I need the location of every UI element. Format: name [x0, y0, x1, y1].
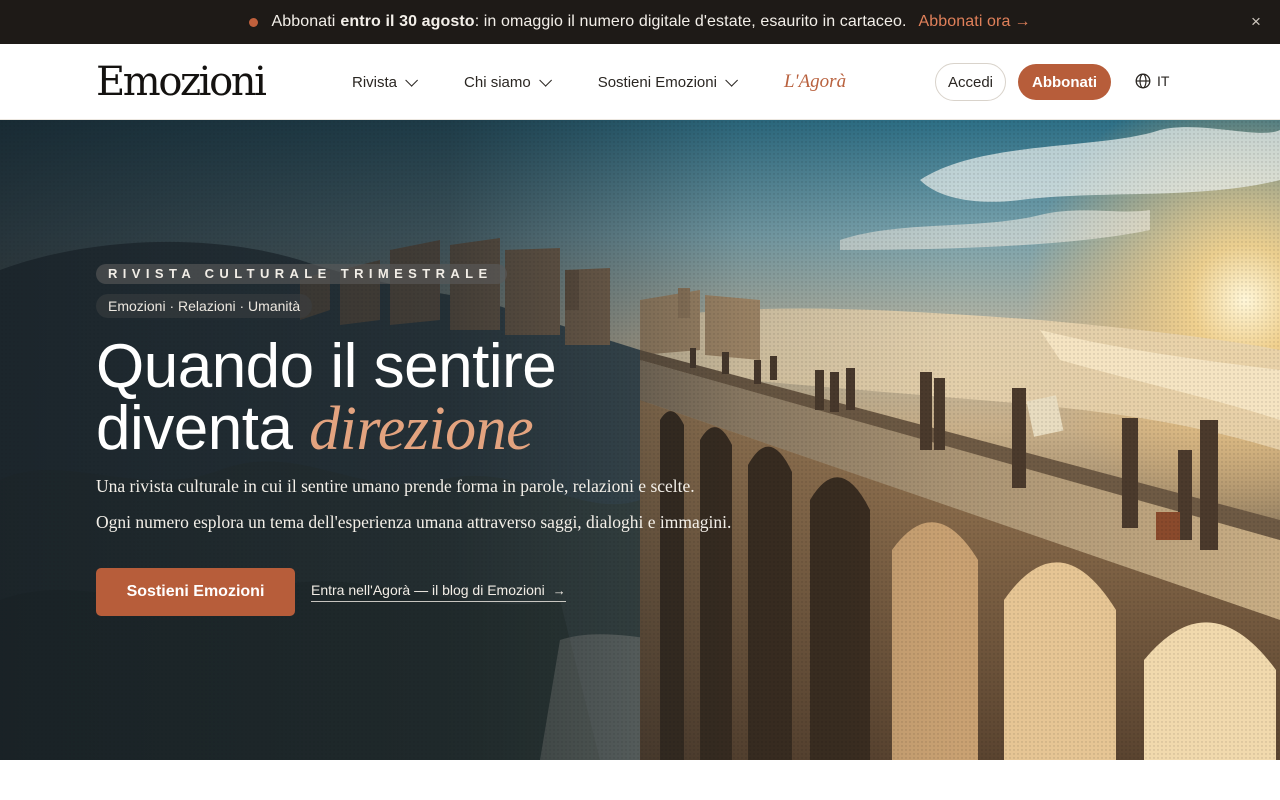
headline-accent: direzione: [309, 395, 534, 463]
agora-link-label: Entra nell'Agorà — il blog di Emozioni: [311, 582, 545, 598]
subscribe-button[interactable]: Abbonati: [1018, 64, 1111, 100]
nav-item-sostieni[interactable]: Sostieni Emozioni: [597, 73, 738, 91]
site-logo[interactable]: Emozioni: [96, 60, 267, 104]
language-selector[interactable]: IT: [1135, 73, 1169, 89]
headline-line-1: Quando il sentire: [96, 332, 557, 401]
announcement-text: Abbonati: [271, 13, 336, 30]
close-icon[interactable]: ×: [1246, 12, 1266, 32]
nav-item-label: Sostieni Emozioni: [597, 73, 717, 91]
globe-icon: [1135, 73, 1151, 89]
hero-subtitle-1: Una rivista culturale in cui il sentire …: [96, 476, 695, 496]
announcement-text-rest: : in omaggio il numero digitale d'estate…: [474, 13, 907, 30]
main-nav: Rivista Chi siamo Sostieni Emozioni L'Ag…: [352, 71, 846, 93]
nav-item-label: Rivista: [352, 73, 398, 91]
chevron-down-icon: [725, 73, 738, 87]
hero-headline: Quando il sentire diventa direzione: [96, 336, 736, 463]
arrow-right-icon: →: [1014, 13, 1031, 30]
language-code: IT: [1157, 73, 1170, 89]
nav-item-label: Chi siamo: [464, 73, 531, 91]
nav-item-chi-siamo[interactable]: Chi siamo: [464, 73, 552, 91]
headline-line-2: diventa: [96, 394, 310, 463]
subscribe-now-label: Abbonati ora: [918, 13, 1011, 30]
chevron-down-icon: [538, 73, 552, 87]
tagline-pill: Emozioni · Relazioni · Umanità: [96, 294, 313, 318]
agora-blog-link[interactable]: Entra nell'Agorà — il blog di Emozioni →: [311, 582, 566, 602]
bullet-dot-icon: [249, 17, 259, 27]
site-header: Emozioni Rivista Chi siamo Sostieni Emoz…: [0, 44, 1280, 120]
announcement-bar: Abbonati entro il 30 agosto : in omaggio…: [0, 0, 1280, 44]
subscribe-now-link[interactable]: Abbonati ora →: [919, 13, 1031, 31]
nav-item-agora[interactable]: L'Agorà: [784, 71, 846, 93]
support-button[interactable]: Sostieni Emozioni: [96, 568, 295, 616]
login-button[interactable]: Accedi: [935, 63, 1006, 101]
hero-subtitle-2: Ogni numero esplora un tema dell'esperie…: [96, 512, 732, 532]
announcement-deadline: entro il 30 agosto: [340, 13, 475, 30]
hero-section: RIVISTA CULTURALE TRIMESTRALE Emozioni ·…: [0, 120, 1280, 760]
chevron-down-icon: [405, 73, 419, 87]
nav-item-rivista[interactable]: Rivista: [352, 73, 419, 91]
eyebrow-label: RIVISTA CULTURALE TRIMESTRALE: [96, 264, 507, 284]
arrow-right-icon: →: [552, 582, 566, 598]
